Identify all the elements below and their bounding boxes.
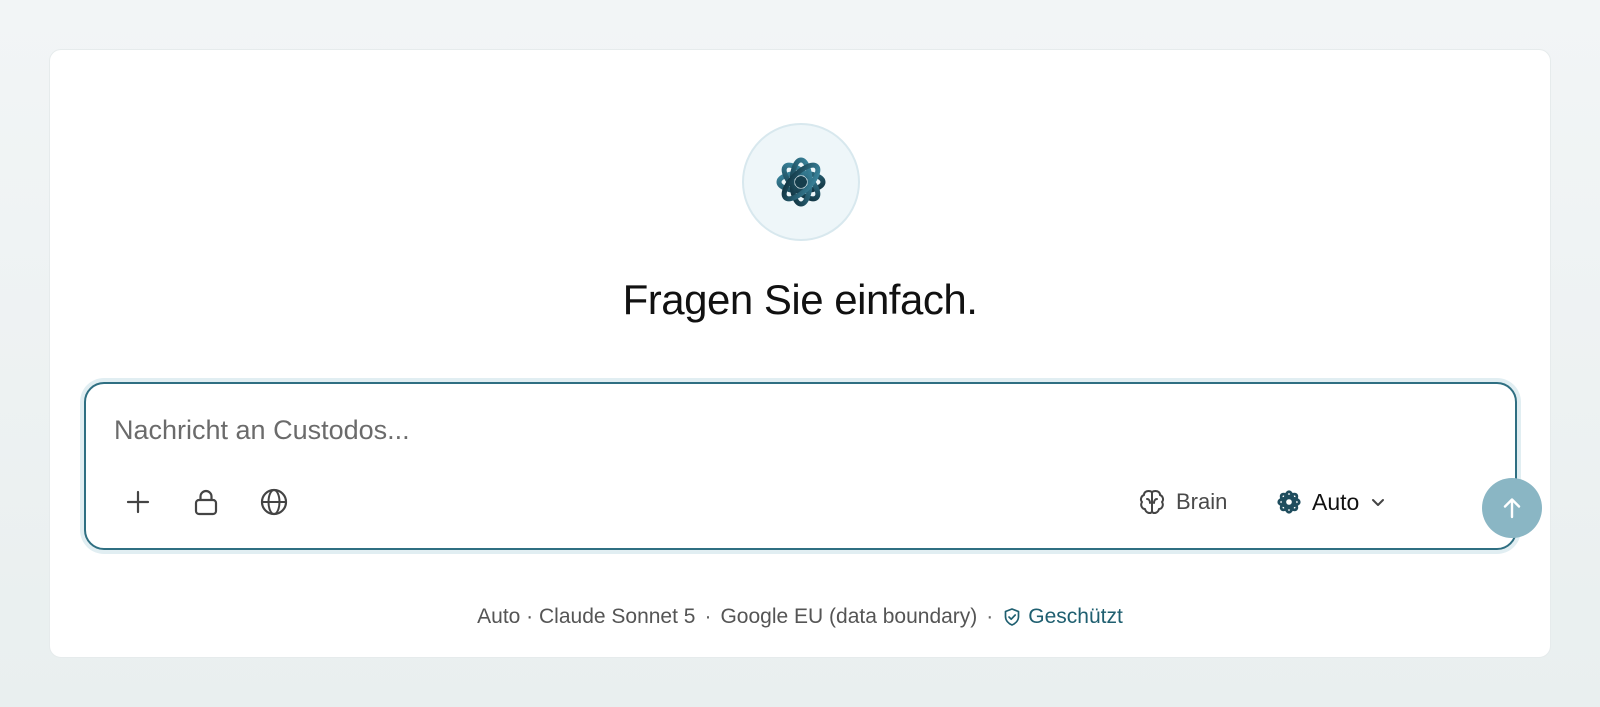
web-search-button[interactable] [252,480,296,524]
protected-badge[interactable]: Geschützt [1002,605,1123,629]
brain-label: Brain [1176,489,1228,514]
brain-icon [1139,490,1165,514]
globe-icon [260,488,288,516]
shield-check-icon [1004,608,1020,626]
status-separator: · [986,605,994,628]
protected-label: Geschützt [1028,605,1123,628]
chevron-down-icon [1372,499,1385,506]
send-button[interactable] [1482,478,1542,538]
message-input[interactable] [114,408,1414,452]
status-line: Auto · Claude Sonnet 5 · Google EU (data… [50,605,1550,629]
lock-icon [194,489,218,516]
add-attachment-button[interactable] [116,480,160,524]
data-region-info: Google EU (data boundary) [720,605,978,628]
active-model-info: Auto · Claude Sonnet 5 [477,605,696,628]
model-selector[interactable]: Auto [1276,480,1387,524]
page-title: Fragen Sie einfach. [622,276,978,323]
arrow-up-icon [1503,498,1521,519]
plus-icon [126,490,150,514]
status-separator: · [704,605,712,628]
message-composer: Brain Auto [84,382,1542,550]
private-mode-button[interactable] [184,480,228,524]
model-selector-label: Auto [1312,488,1360,515]
custodos-logo-icon [776,157,826,207]
brain-button[interactable]: Brain [1138,480,1227,524]
chat-card: Fragen Sie einfach. Nachricht an Custodo… [49,49,1551,658]
assistant-avatar [742,123,860,241]
custodos-logo-icon [1277,490,1301,514]
